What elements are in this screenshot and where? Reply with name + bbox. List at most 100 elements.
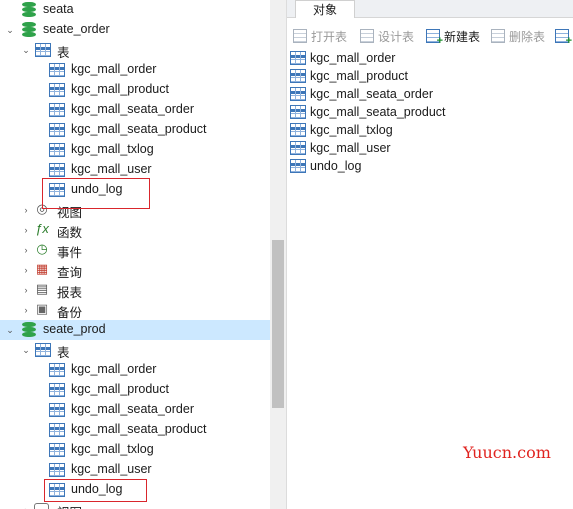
- database-icon: [22, 2, 36, 18]
- object-item[interactable]: kgc_mall_order: [290, 49, 395, 67]
- group-label: 视图: [57, 502, 82, 509]
- tree-table-item[interactable]: kgc_mall_seata_order: [0, 400, 270, 420]
- tree-db-seata[interactable]: seata: [0, 0, 270, 20]
- highlight-box: [42, 178, 150, 209]
- chevron-down-icon[interactable]: ⌄: [4, 324, 16, 336]
- object-item[interactable]: kgc_mall_seata_product: [290, 103, 446, 121]
- chevron-right-icon[interactable]: ›: [20, 304, 32, 316]
- tree-table-item[interactable]: kgc_mall_product: [0, 380, 270, 400]
- table-label: kgc_mall_seata_order: [71, 402, 194, 416]
- tree-table-item[interactable]: kgc_mall_user: [0, 460, 270, 480]
- object-label: kgc_mall_txlog: [310, 123, 393, 137]
- table-label: kgc_mall_txlog: [71, 442, 154, 456]
- tree-group-item[interactable]: › ƒx 函数: [0, 220, 270, 240]
- chevron-right-icon[interactable]: ›: [20, 264, 32, 276]
- design-table-icon: [360, 29, 374, 43]
- object-item[interactable]: kgc_mall_txlog: [290, 121, 393, 139]
- tree-table-item[interactable]: kgc_mall_seata_order: [0, 100, 270, 120]
- view-icon: [34, 503, 49, 509]
- chevron-down-icon[interactable]: ⌄: [4, 24, 16, 36]
- chevron-right-icon[interactable]: ›: [20, 504, 32, 509]
- import-button[interactable]: [555, 27, 573, 47]
- chevron-right-icon[interactable]: ›: [20, 244, 32, 256]
- table-label: kgc_mall_seata_order: [71, 102, 194, 116]
- group-label: 备份: [57, 306, 83, 320]
- group-label: 报表: [57, 286, 83, 300]
- table-icon: [290, 159, 306, 173]
- tab-bar: 对象: [287, 0, 573, 18]
- table-icon: [49, 103, 65, 117]
- table-icon: [49, 123, 65, 137]
- object-label: undo_log: [310, 159, 362, 173]
- tree-db-seate-order[interactable]: ⌄ seate_order: [0, 20, 270, 40]
- navigation-tree[interactable]: seata ⌄ seate_order ⌄ 表 kgc_mall_orderkg…: [0, 0, 270, 509]
- object-item[interactable]: kgc_mall_seata_order: [290, 85, 433, 103]
- chevron-right-icon[interactable]: ›: [20, 204, 32, 216]
- report-icon: ▤: [35, 281, 49, 296]
- design-table-label: 设计表: [378, 29, 415, 44]
- table-label: kgc_mall_seata_product: [71, 122, 207, 136]
- tab-objects[interactable]: 对象: [295, 0, 355, 18]
- delete-table-button[interactable]: 删除表: [491, 27, 545, 45]
- scrollbar-thumb[interactable]: [272, 240, 284, 408]
- tree-group-item[interactable]: › ▣ 备份: [0, 300, 270, 320]
- tree-table-item[interactable]: kgc_mall_txlog: [0, 440, 270, 460]
- highlight-box: [44, 479, 147, 502]
- table-group-icon: [35, 43, 51, 57]
- table-label: kgc_mall_order: [71, 362, 157, 376]
- tree-group-tables[interactable]: ⌄ 表: [0, 40, 270, 60]
- chevron-right-icon[interactable]: ›: [20, 284, 32, 296]
- tree-db-seate-prod[interactable]: ⌄ seate_prod: [0, 320, 270, 340]
- backup-icon: ▣: [35, 301, 49, 316]
- tree-group-tables[interactable]: ⌄ 表: [0, 340, 270, 360]
- tree-group-item[interactable]: › ◷ 事件: [0, 240, 270, 260]
- tree-table-item[interactable]: kgc_mall_order: [0, 60, 270, 80]
- table-icon: [49, 403, 65, 417]
- new-table-icon: [426, 29, 443, 47]
- tree-table-item[interactable]: kgc_mall_order: [0, 360, 270, 380]
- table-icon: [49, 463, 65, 477]
- tree-table-item[interactable]: kgc_mall_product: [0, 80, 270, 100]
- object-pane: 对象 打开表 设计表 新建表 删除表 kgc_mall_order kgc_mal…: [286, 0, 573, 509]
- function-icon: ƒx: [35, 221, 49, 236]
- new-table-label: 新建表: [444, 29, 481, 44]
- object-item[interactable]: kgc_mall_user: [290, 139, 391, 157]
- table-icon: [290, 141, 306, 155]
- object-label: kgc_mall_product: [310, 69, 408, 83]
- table-label: kgc_mall_product: [71, 82, 169, 96]
- tree-table-item[interactable]: kgc_mall_txlog: [0, 140, 270, 160]
- open-table-label: 打开表: [311, 29, 348, 44]
- group-label: 表: [57, 346, 70, 360]
- table-icon: [49, 163, 65, 177]
- tree-group-item[interactable]: › ▦ 查询: [0, 260, 270, 280]
- object-label: kgc_mall_seata_order: [310, 87, 433, 101]
- open-table-button[interactable]: 打开表: [293, 27, 347, 45]
- tree-table-item[interactable]: kgc_mall_seata_product: [0, 120, 270, 140]
- chevron-right-icon[interactable]: ›: [20, 224, 32, 236]
- delete-table-label: 删除表: [509, 29, 546, 44]
- object-label: kgc_mall_seata_product: [310, 105, 446, 119]
- design-table-button[interactable]: 设计表: [360, 27, 414, 45]
- db-label: seate_prod: [43, 322, 106, 336]
- tree-group-item[interactable]: › ▤ 报表: [0, 280, 270, 300]
- object-item[interactable]: undo_log: [290, 157, 361, 175]
- chevron-down-icon[interactable]: ⌄: [20, 344, 32, 356]
- table-icon: [49, 423, 65, 437]
- group-label: 查询: [57, 266, 83, 280]
- table-label: kgc_mall_product: [71, 382, 169, 396]
- table-label: kgc_mall_user: [71, 462, 152, 476]
- new-table-button[interactable]: 新建表: [426, 27, 481, 47]
- database-icon: [22, 322, 36, 338]
- object-label: kgc_mall_user: [310, 141, 391, 155]
- table-icon: [49, 63, 65, 77]
- import-icon: [555, 29, 572, 47]
- table-icon: [49, 443, 65, 457]
- group-label: 函数: [57, 226, 83, 240]
- object-item[interactable]: kgc_mall_product: [290, 67, 408, 85]
- chevron-down-icon[interactable]: ⌄: [20, 44, 32, 56]
- tree-scrollbar[interactable]: [270, 0, 286, 509]
- tree-table-item[interactable]: kgc_mall_seata_product: [0, 420, 270, 440]
- group-label: 事件: [57, 246, 83, 260]
- db-label: seate_order: [43, 22, 110, 36]
- tree-table-item[interactable]: kgc_mall_user: [0, 160, 270, 180]
